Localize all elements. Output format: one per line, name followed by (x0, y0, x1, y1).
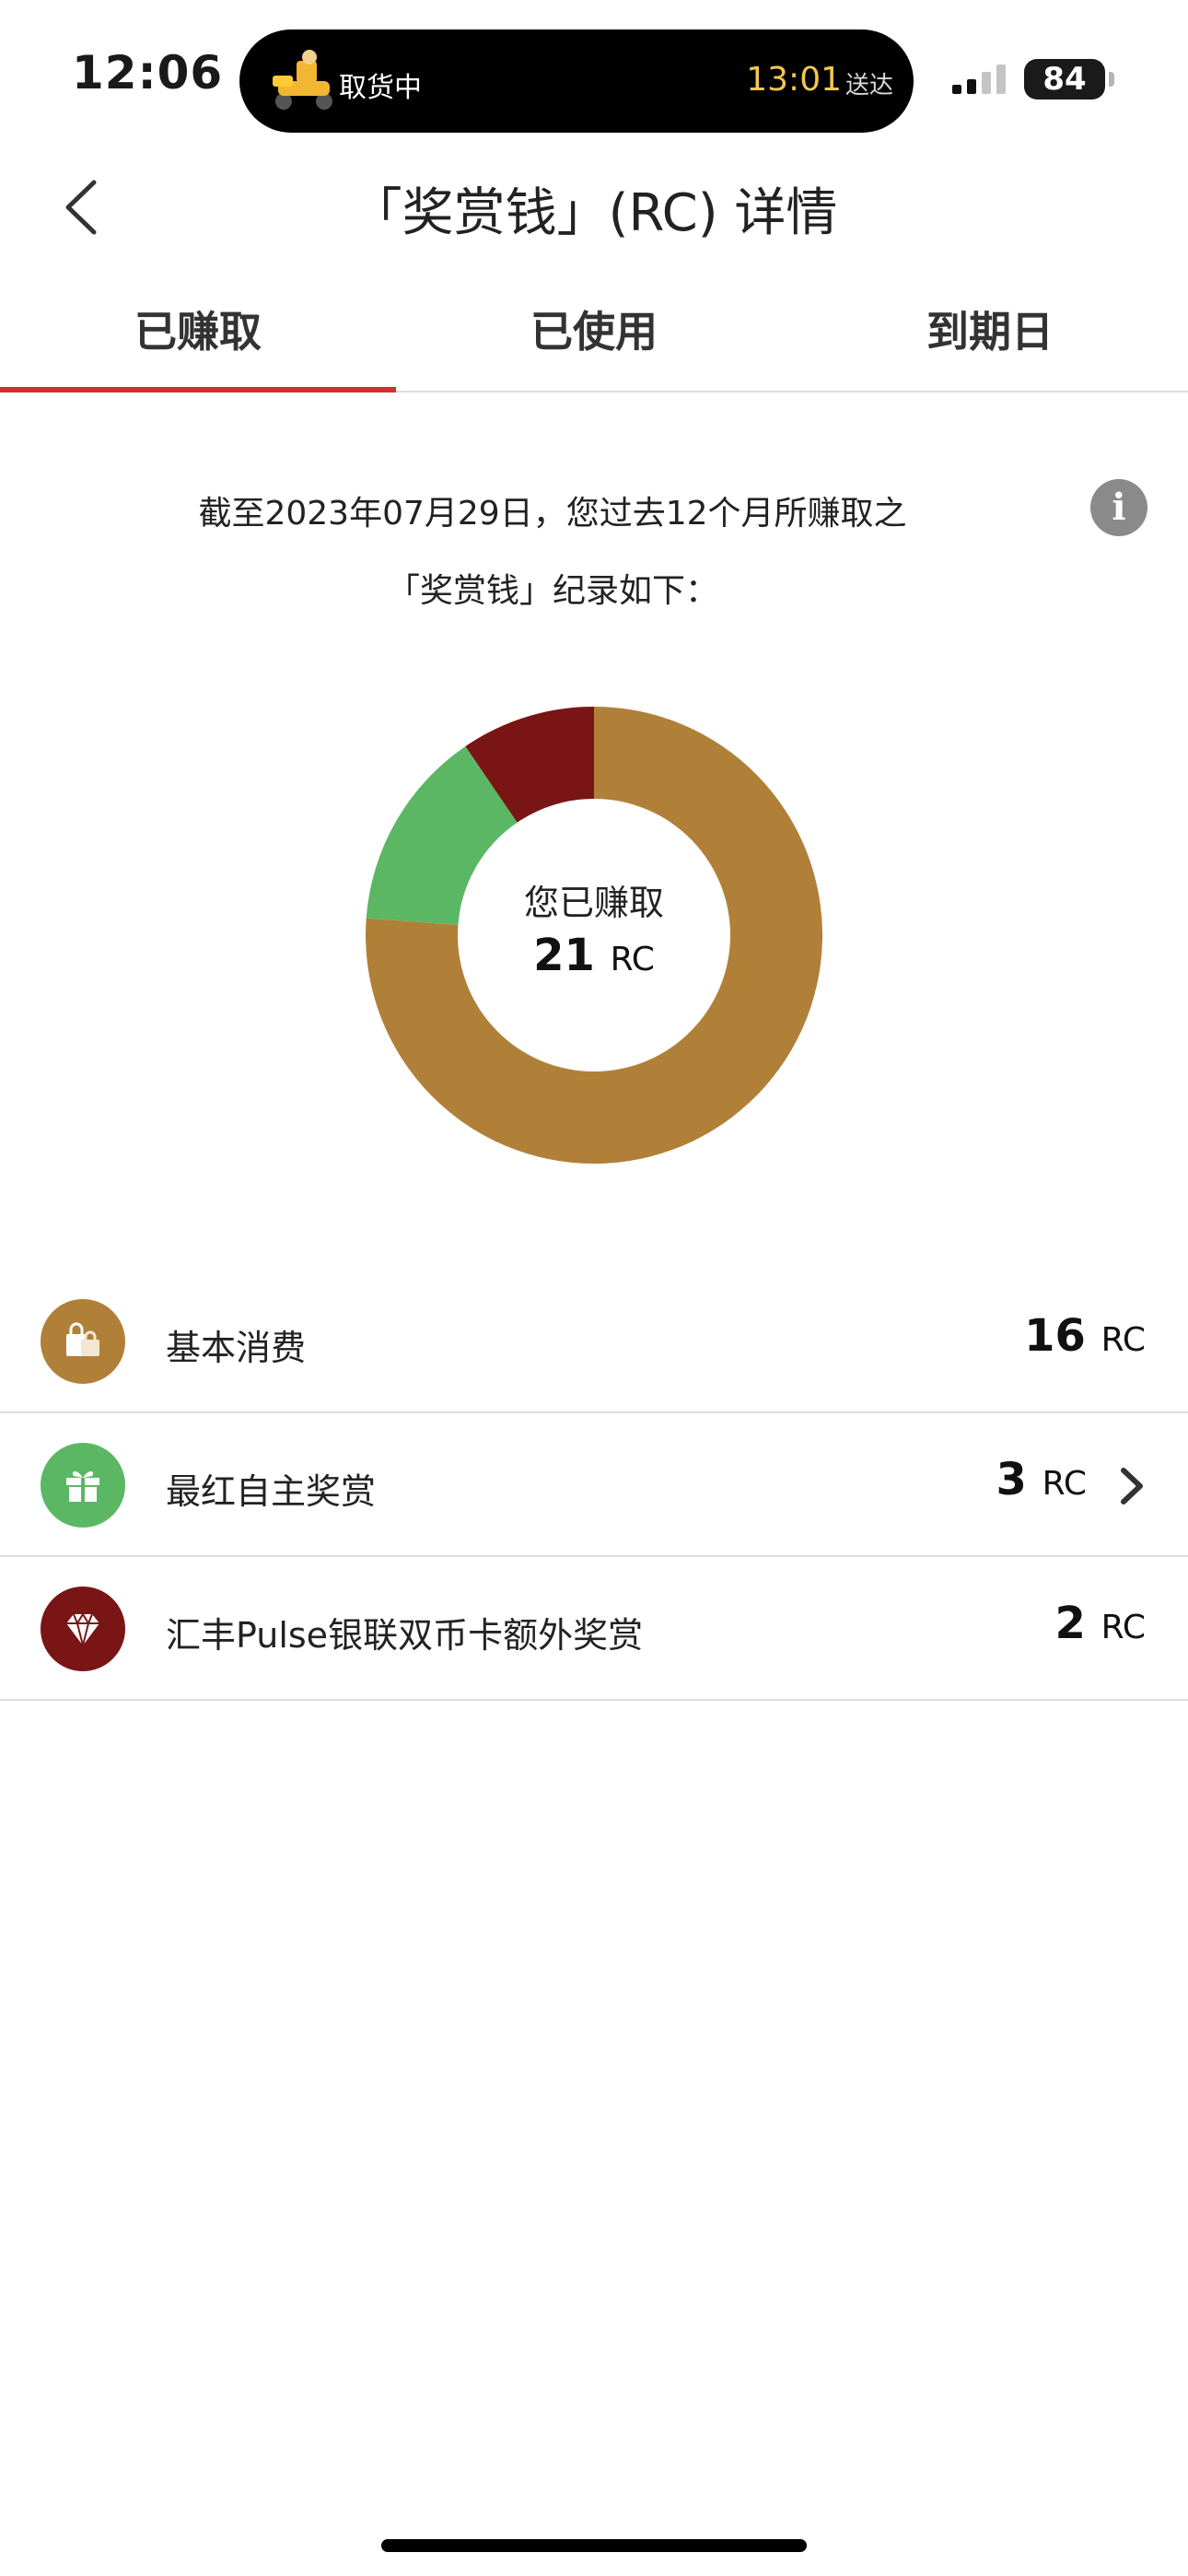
value-amount: 16 (1024, 1310, 1086, 1362)
tab-bar: 已赚取 已使用 到期日 (0, 293, 1188, 392)
shopping-bag-icon (41, 1299, 125, 1384)
value-unit: RC (1101, 1609, 1146, 1646)
list-item-label: 基本消费 (166, 1328, 307, 1368)
battery-icon: 84 (1024, 59, 1105, 100)
tab-used[interactable]: 已使用 (396, 293, 792, 391)
dynamic-island[interactable]: 取货中 13:01 送达 (239, 29, 914, 133)
list-item-self-selected-reward[interactable]: 最红自主奖赏 3 RC (0, 1413, 1188, 1557)
list-item-value: 2 RC (1055, 1598, 1146, 1649)
list-item-value: 16 RC (1024, 1310, 1146, 1362)
list-item-label: 汇丰Pulse银联双币卡额外奖赏 (166, 1615, 644, 1656)
battery-cap (1109, 72, 1114, 87)
value-unit: RC (1042, 1465, 1087, 1503)
description: 截至2023年07月29日，您过去12个月所赚取之 「奖赏钱」纪录如下： (138, 475, 967, 630)
diamond-icon (41, 1587, 125, 1671)
info-icon[interactable]: i (1090, 479, 1147, 536)
value-amount: 3 (996, 1454, 1027, 1505)
value-amount: 2 (1054, 1598, 1086, 1649)
summary-amount: 21 (533, 930, 595, 981)
description-line-1: 截至2023年07月29日，您过去12个月所赚取之 (198, 495, 907, 533)
status-bar: 12:06 取货中 13:01 送达 84 (0, 0, 1188, 147)
earned-breakdown-list: 基本消费 16 RC 最红自主奖赏 3 RC 汇丰Pulse银联双币卡额外奖赏 … (0, 1270, 1188, 1701)
chevron-right-icon[interactable] (1112, 1463, 1149, 1509)
status-time: 12:06 (72, 46, 224, 100)
tab-expiry[interactable]: 到期日 (792, 293, 1188, 391)
list-item-pulse-card-bonus: 汇丰Pulse银联双币卡额外奖赏 2 RC (0, 1557, 1188, 1701)
list-item-label: 最红自主奖赏 (166, 1471, 377, 1512)
tab-earned[interactable]: 已赚取 (0, 293, 396, 392)
delivery-scooter-icon (273, 50, 332, 110)
signal-icon (952, 64, 1006, 94)
activity-time: 13:01 (746, 61, 842, 99)
activity-text: 取货中 (339, 72, 422, 104)
list-item-basic-spending: 基本消费 16 RC (0, 1270, 1188, 1413)
page-title: 「奖赏钱」(RC) 详情 (350, 183, 838, 243)
home-indicator[interactable] (381, 2539, 807, 2552)
activity-sub: 送达 (844, 72, 893, 100)
chart-center-summary: 您已赚取 21 RC (364, 880, 824, 989)
description-line-2: 「奖赏钱」纪录如下： (386, 572, 718, 610)
value-unit: RC (1101, 1321, 1146, 1359)
summary-value: 21 RC (364, 926, 824, 989)
summary-label: 您已赚取 (523, 883, 664, 923)
summary-unit: RC (610, 941, 655, 978)
list-item-value: 3 RC (996, 1454, 1087, 1505)
gift-icon (41, 1443, 125, 1528)
